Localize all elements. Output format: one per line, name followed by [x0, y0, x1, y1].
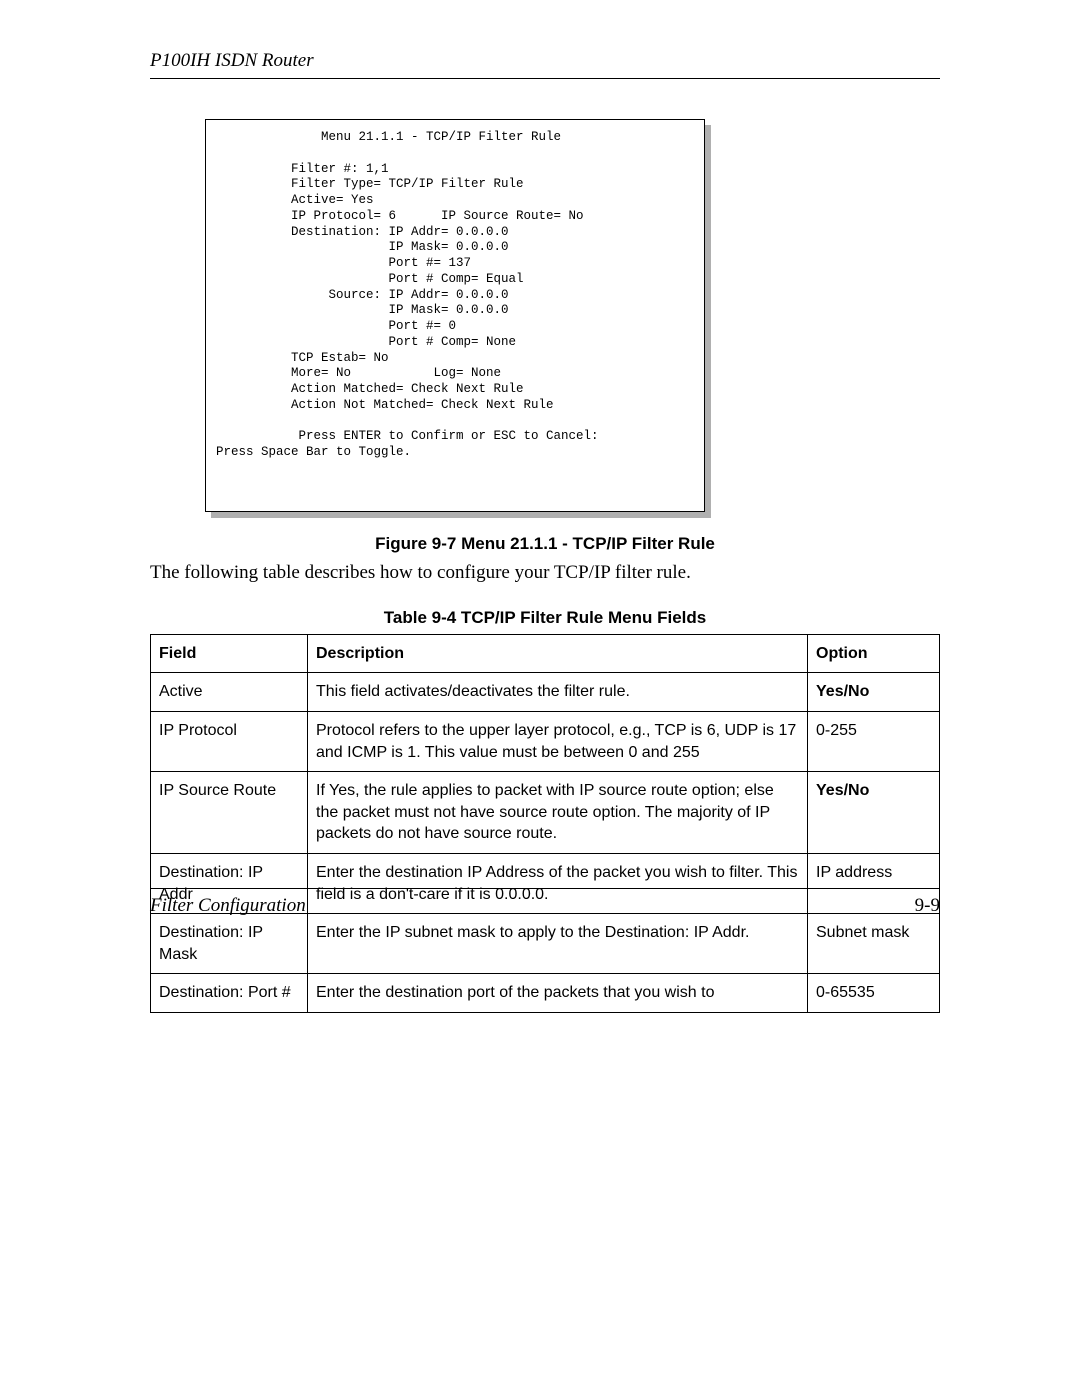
cell-option-text: Yes/No	[816, 683, 869, 700]
cell-option-text: 0-255	[816, 722, 857, 739]
cell-option: Subnet mask	[808, 914, 940, 974]
cell-option: 0-255	[808, 711, 940, 771]
table-caption: Table 9-4 TCP/IP Filter Rule Menu Fields	[150, 608, 940, 628]
cell-field: Destination: Port #	[151, 974, 308, 1013]
cell-option: Yes/No	[808, 673, 940, 712]
table-row: IP Protocol Protocol refers to the upper…	[151, 711, 940, 771]
page: P100IH ISDN Router Menu 21.1.1 - TCP/IP …	[0, 0, 1080, 1397]
table-row: Active This field activates/deactivates …	[151, 673, 940, 712]
cell-field: Active	[151, 673, 308, 712]
footer-page-number: 9-9	[915, 895, 940, 917]
th-description: Description	[308, 634, 808, 673]
cell-option-text: IP address	[816, 864, 892, 881]
table-row: Destination: Port # Enter the destinatio…	[151, 974, 940, 1013]
page-footer: 9-9 Filter Configuration	[150, 888, 940, 917]
cell-field: IP Source Route	[151, 772, 308, 854]
page-header: P100IH ISDN Router	[150, 50, 940, 79]
table-row: Destination: IP Mask Enter the IP subnet…	[151, 914, 940, 974]
intro-text: The following table describes how to con…	[150, 562, 940, 584]
cell-option-text: Subnet mask	[816, 924, 909, 941]
cell-description: Enter the IP subnet mask to apply to the…	[308, 914, 808, 974]
terminal-wrap: Menu 21.1.1 - TCP/IP Filter Rule Filter …	[205, 119, 705, 512]
footer-section: Filter Configuration	[150, 895, 306, 916]
fields-table: Field Description Option Active This fie…	[150, 634, 940, 1013]
cell-description: Protocol refers to the upper layer proto…	[308, 711, 808, 771]
cell-description: This field activates/deactivates the fil…	[308, 673, 808, 712]
cell-option-text: Yes/No	[816, 782, 869, 799]
table-header-row: Field Description Option	[151, 634, 940, 673]
th-field: Field	[151, 634, 308, 673]
terminal-box: Menu 21.1.1 - TCP/IP Filter Rule Filter …	[205, 119, 705, 512]
figure-caption: Figure 9-7 Menu 21.1.1 - TCP/IP Filter R…	[150, 534, 940, 554]
th-option: Option	[808, 634, 940, 673]
table-row: IP Source Route If Yes, the rule applies…	[151, 772, 940, 854]
cell-description: Enter the destination port of the packet…	[308, 974, 808, 1013]
cell-option-text: 0-65535	[816, 984, 875, 1001]
cell-field: IP Protocol	[151, 711, 308, 771]
cell-description: If Yes, the rule applies to packet with …	[308, 772, 808, 854]
header-title: P100IH ISDN Router	[150, 50, 314, 71]
cell-option: Yes/No	[808, 772, 940, 854]
cell-option: 0-65535	[808, 974, 940, 1013]
cell-field: Destination: IP Mask	[151, 914, 308, 974]
